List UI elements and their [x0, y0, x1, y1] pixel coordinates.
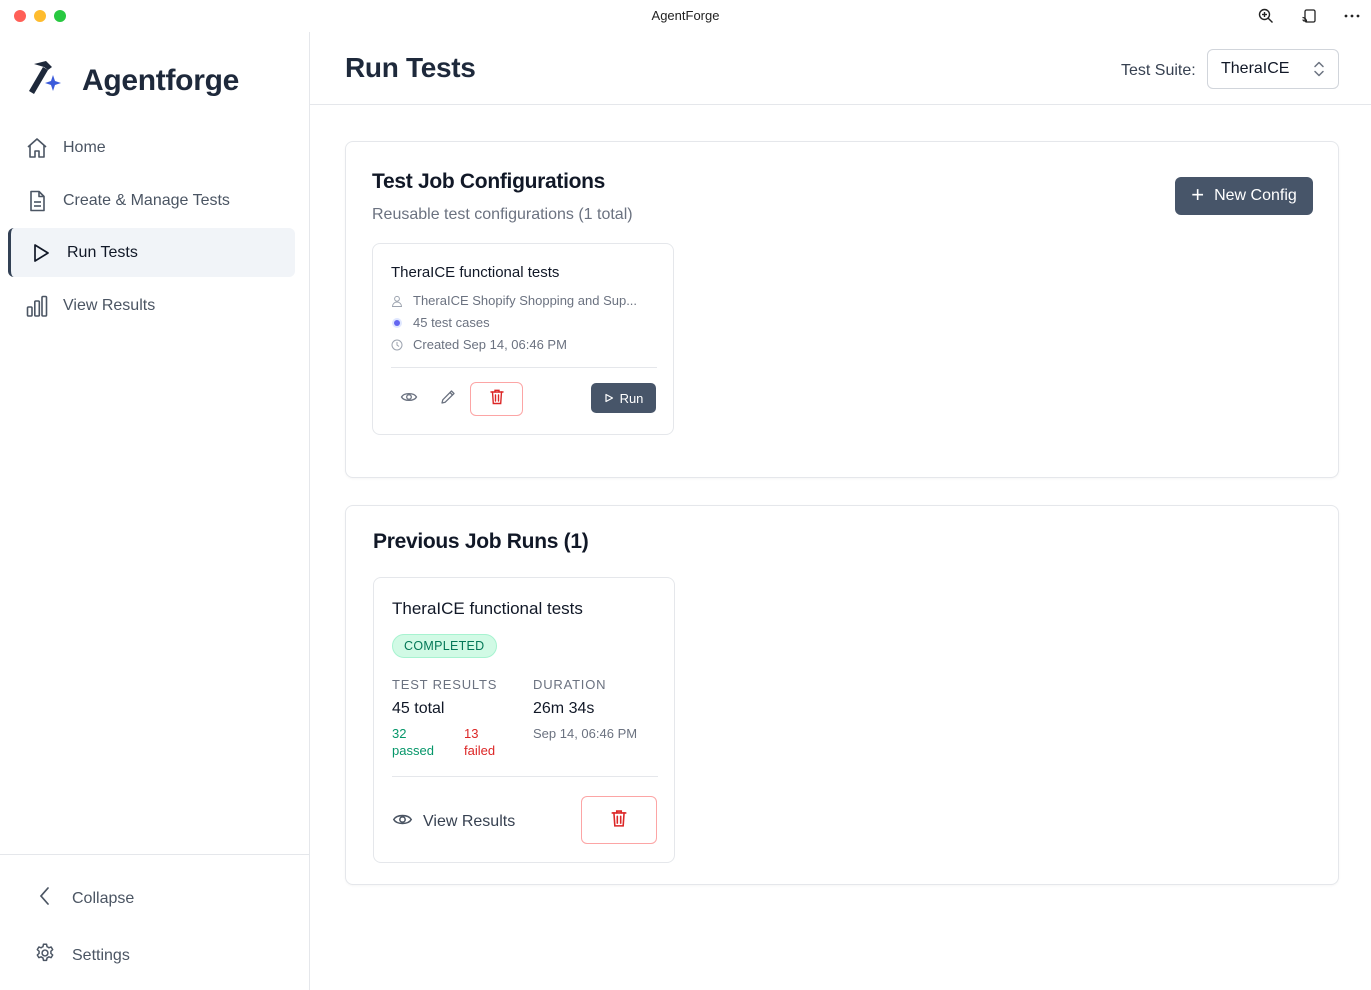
configurations-subtitle: Reusable test configurations (1 total)	[372, 206, 633, 223]
test-results-label: TEST RESULTS	[392, 677, 498, 692]
collapse-button[interactable]: Collapse	[34, 885, 134, 912]
run-card-title: TheraICE functional tests	[392, 599, 583, 618]
view-config-button[interactable]	[397, 387, 421, 411]
trash-icon	[610, 808, 628, 833]
eye-icon	[400, 388, 418, 411]
passed-count: 32	[392, 726, 407, 741]
config-cases-row: 45 test cases	[391, 315, 490, 330]
gear-icon	[34, 942, 56, 969]
config-agent-row: TheraICE Shopify Shopping and Sup...	[391, 293, 637, 308]
play-icon	[604, 391, 614, 406]
run-card: TheraICE functional tests COMPLETED TEST…	[373, 577, 675, 863]
config-created-row: Created Sep 14, 06:46 PM	[391, 337, 567, 352]
page-header: Run Tests Test Suite: TheraICE	[310, 32, 1371, 105]
plus-icon: +	[1191, 182, 1205, 207]
zoom-in-icon[interactable]	[1256, 6, 1276, 26]
view-results-button[interactable]: View Results	[392, 809, 515, 835]
config-card: TheraICE functional tests TheraICE Shopi…	[372, 243, 674, 435]
sidebar-item-label: Create & Manage Tests	[63, 191, 230, 209]
page-title: Run Tests	[345, 52, 476, 83]
status-badge: COMPLETED	[392, 634, 497, 658]
cast-icon[interactable]	[1299, 6, 1319, 26]
configurations-panel: Test Job Configurations Reusable test co…	[345, 141, 1339, 478]
sidebar-item-label: View Results	[63, 296, 156, 314]
run-date: Sep 14, 06:46 PM	[533, 726, 638, 741]
home-icon	[25, 136, 49, 160]
more-options-icon[interactable]	[1342, 6, 1362, 26]
run-card-divider	[392, 776, 658, 777]
run-label: Run	[619, 390, 644, 406]
new-config-label: New Config	[1214, 187, 1297, 204]
document-icon	[25, 189, 49, 213]
pencil-icon	[439, 388, 457, 411]
settings-button[interactable]: Settings	[34, 942, 130, 969]
test-suite-select[interactable]: TheraICE	[1207, 49, 1339, 89]
settings-label: Settings	[72, 946, 130, 964]
config-card-divider	[391, 367, 657, 368]
sidebar-item-create-manage-tests[interactable]: Create & Manage Tests	[8, 176, 295, 225]
sidebar-item-run-tests[interactable]: Run Tests	[8, 228, 295, 277]
updown-chevron-icon	[1312, 60, 1326, 83]
failed-count: 13	[464, 726, 479, 741]
sidebar-item-label: Run Tests	[67, 243, 138, 261]
bar-chart-icon	[25, 294, 49, 318]
test-results-total: 45 total	[392, 700, 445, 717]
test-suite-label: Test Suite:	[1121, 62, 1196, 79]
window-title: AgentForge	[651, 8, 720, 23]
collapse-label: Collapse	[72, 889, 135, 907]
sidebar: Agentforge Home Create & Manage Tests Ru…	[0, 32, 310, 990]
delete-run-button[interactable]	[581, 796, 657, 844]
play-icon	[29, 241, 53, 265]
test-suite-value: TheraICE	[1221, 60, 1290, 77]
view-results-label: View Results	[423, 813, 516, 830]
config-card-title: TheraICE functional tests	[391, 264, 560, 281]
eye-icon	[392, 809, 413, 835]
config-agent-name: TheraICE Shopify Shopping and Sup...	[413, 293, 638, 308]
trash-icon	[489, 388, 505, 410]
run-config-button[interactable]: Run	[591, 383, 656, 413]
sidebar-item-view-results[interactable]: View Results	[8, 281, 295, 330]
main-content: Run Tests Test Suite: TheraICE Test Job …	[310, 32, 1371, 990]
config-cases-count: 45 test cases	[413, 315, 490, 330]
window-titlebar: AgentForge	[0, 0, 1371, 32]
edit-config-button[interactable]	[436, 387, 460, 411]
logo-icon	[26, 58, 66, 103]
chevron-left-icon	[34, 885, 56, 912]
previous-runs-title: Previous Job Runs (1)	[373, 530, 589, 553]
duration-value: 26m 34s	[533, 700, 595, 717]
sidebar-item-label: Home	[63, 138, 106, 156]
failed-label: failed	[464, 743, 496, 758]
configurations-title: Test Job Configurations	[372, 170, 606, 193]
passed-label: passed	[392, 743, 434, 758]
delete-config-button[interactable]	[470, 382, 523, 416]
previous-runs-panel: Previous Job Runs (1) TheraICE functiona…	[345, 505, 1339, 885]
clock-icon	[391, 339, 403, 351]
new-config-button[interactable]: + New Config	[1175, 177, 1313, 215]
duration-label: DURATION	[533, 677, 607, 692]
brand-name: Agentforge	[82, 63, 239, 97]
sidebar-divider	[0, 854, 309, 855]
config-created-date: Created Sep 14, 06:46 PM	[413, 337, 567, 352]
user-icon	[391, 295, 403, 307]
brand[interactable]: Agentforge	[26, 58, 239, 103]
dot-icon	[391, 317, 403, 329]
sidebar-item-home[interactable]: Home	[8, 123, 295, 172]
